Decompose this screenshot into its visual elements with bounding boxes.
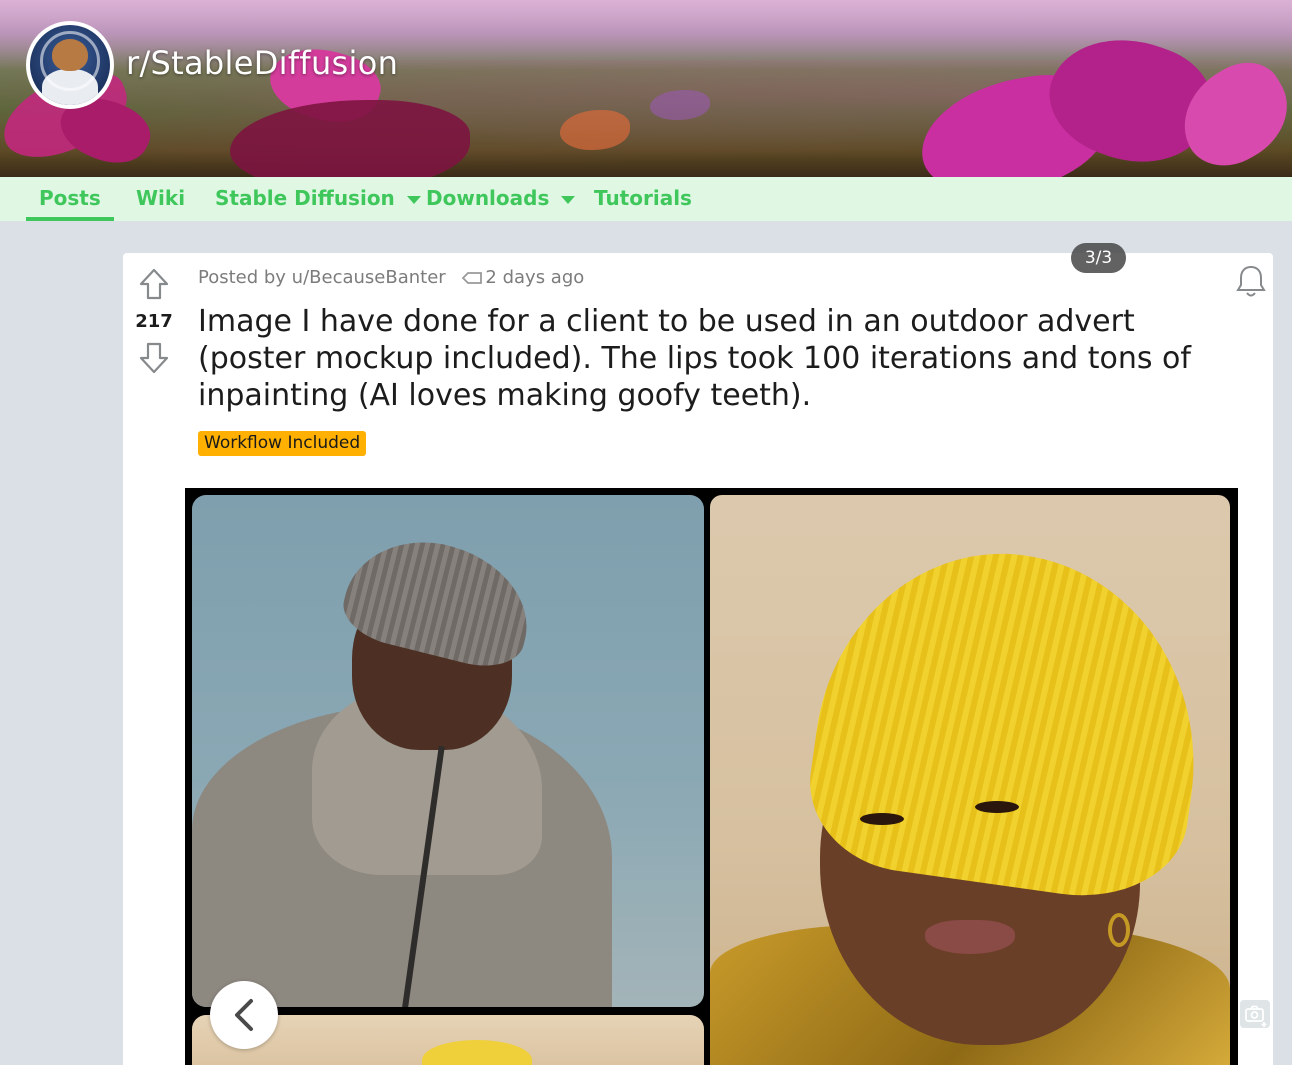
post-title[interactable]: Image I have done for a client to be use… bbox=[198, 303, 1248, 414]
tab-wiki[interactable]: Wiki bbox=[136, 177, 185, 221]
tab-stable-diffusion[interactable]: Stable Diffusion bbox=[215, 177, 421, 221]
chevron-down-icon bbox=[406, 195, 421, 204]
vote-score: 217 bbox=[135, 311, 173, 332]
subreddit-nav: Posts Wiki Stable Diffusion Downloads Tu… bbox=[0, 177, 1292, 221]
gallery-prev-button[interactable] bbox=[210, 981, 278, 1049]
gallery-image-woman bbox=[710, 495, 1230, 1065]
chevron-down-icon bbox=[561, 195, 576, 204]
tab-stable-diffusion-label: Stable Diffusion bbox=[215, 186, 395, 210]
downvote-arrow-icon[interactable] bbox=[137, 341, 171, 375]
astronaut-dog-avatar-icon bbox=[30, 25, 110, 105]
post-author[interactable]: Posted by u/BecauseBanter bbox=[198, 267, 446, 288]
tab-downloads-label: Downloads bbox=[426, 186, 550, 210]
post-card[interactable]: 217 Posted by u/BecauseBanter 2 days ago… bbox=[123, 253, 1273, 1065]
post-meta: Posted by u/BecauseBanter 2 days ago bbox=[198, 267, 584, 288]
vote-column: 217 bbox=[123, 253, 185, 375]
tab-downloads[interactable]: Downloads bbox=[426, 177, 576, 221]
tab-tutorials-label: Tutorials bbox=[594, 186, 692, 210]
post-flair[interactable]: Workflow Included bbox=[198, 431, 367, 456]
subreddit-banner: r/StableDiffusion bbox=[0, 0, 1292, 177]
tab-wiki-label: Wiki bbox=[136, 186, 186, 210]
tab-posts-label: Posts bbox=[39, 186, 101, 210]
bell-icon[interactable] bbox=[1234, 263, 1268, 299]
tab-posts[interactable]: Posts bbox=[26, 177, 114, 221]
gallery-counter: 3/3 bbox=[1071, 243, 1126, 273]
upvote-arrow-icon[interactable] bbox=[137, 267, 171, 301]
post-time[interactable]: 2 days ago bbox=[485, 267, 584, 288]
subreddit-name[interactable]: r/StableDiffusion bbox=[126, 44, 398, 82]
tag-icon bbox=[462, 272, 483, 284]
chevron-left-icon bbox=[235, 999, 253, 1031]
subreddit-avatar[interactable] bbox=[26, 21, 114, 109]
tab-tutorials[interactable]: Tutorials bbox=[594, 177, 692, 221]
camera-icon[interactable] bbox=[1240, 1000, 1270, 1028]
gallery-image-man bbox=[192, 495, 704, 1007]
image-gallery[interactable] bbox=[185, 488, 1238, 1065]
